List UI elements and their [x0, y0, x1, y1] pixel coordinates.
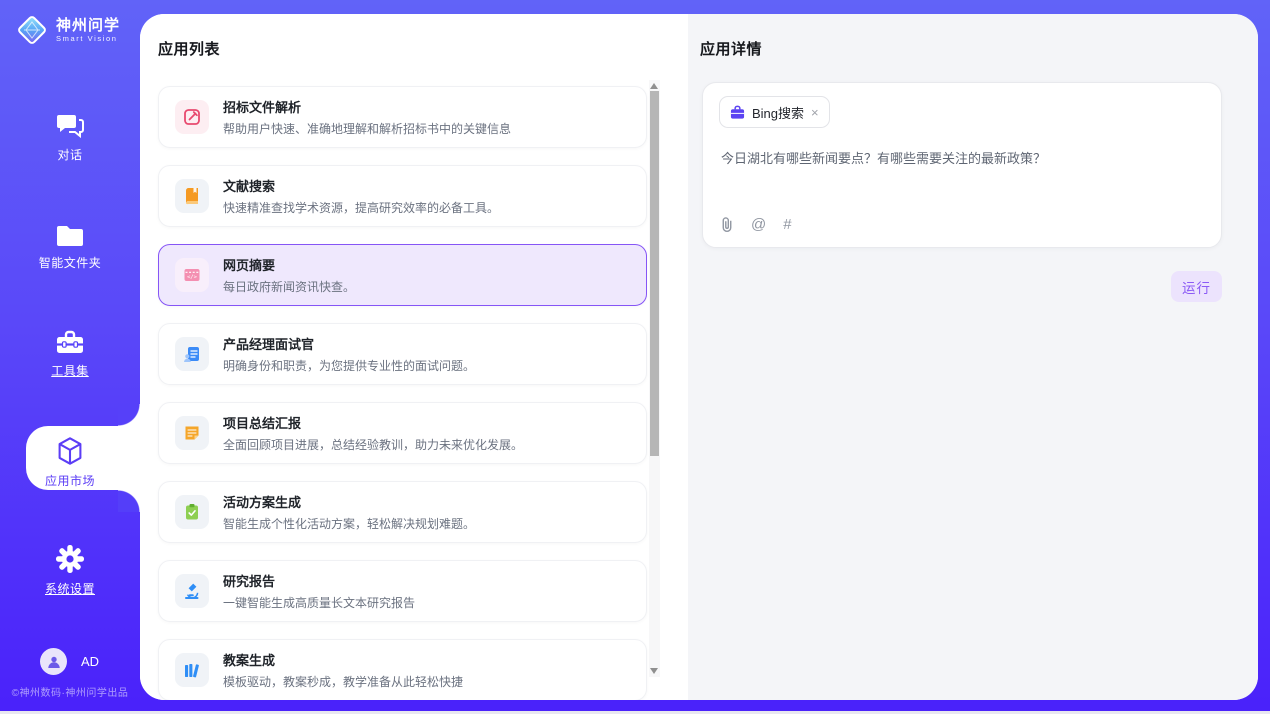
app-card-research-report[interactable]: 研究报告 一键智能生成高质量长文本研究报告 — [158, 560, 647, 622]
app-name: 招标文件解析 — [223, 97, 511, 116]
app-card-literature-search[interactable]: 文献搜索 快速精准查找学术资源，提高研究效率的必备工具。 — [158, 165, 647, 227]
app-name: 教案生成 — [223, 650, 463, 669]
sidebar-item-chat[interactable]: 对话 — [0, 112, 140, 163]
diamond-logo-icon — [16, 14, 48, 46]
tool-tag-bing-search[interactable]: Bing搜索 × — [719, 96, 830, 128]
mention-at-icon[interactable]: @ — [751, 217, 766, 232]
scrollbar-thumb[interactable] — [650, 91, 659, 456]
svg-text:</>: </> — [187, 275, 198, 281]
sidebar-item-toolset[interactable]: 工具集 — [0, 330, 140, 379]
app-name: 产品经理面试官 — [223, 334, 475, 353]
sticky-note-icon — [175, 416, 209, 450]
brand-logo: 神州问学 Smart Vision — [16, 14, 120, 46]
copyright-text: ©神州数码·神州问学出品 — [0, 684, 140, 699]
brand-subtitle: Smart Vision — [56, 34, 120, 43]
avatar — [40, 648, 67, 675]
app-card-project-summary[interactable]: 项目总结汇报 全面回顾项目进展，总结经验教训，助力未来优化发展。 — [158, 402, 647, 464]
app-list: 招标文件解析 帮助用户快速、准确地理解和解析招标书中的关键信息 文献搜索 快速精… — [158, 86, 647, 700]
app-desc: 快速精准查找学术资源，提高研究效率的必备工具。 — [223, 199, 499, 216]
app-name: 网页摘要 — [223, 255, 355, 274]
sidebar-item-label: 系统设置 — [0, 580, 140, 597]
app-desc: 全面回顾项目进展，总结经验教训，助力未来优化发展。 — [223, 436, 523, 453]
sidebar: 神州问学 Smart Vision 对话 智能文件夹 工具集 — [0, 0, 140, 714]
microscope-icon — [175, 574, 209, 608]
main-content: 应用列表 招标文件解析 帮助用户快速、准确地理解和解析招标书中的关键信息 — [140, 14, 1258, 700]
clipboard-check-icon — [175, 495, 209, 529]
notch-curve-top — [118, 404, 140, 426]
person-icon — [47, 655, 61, 669]
tool-tag-label: Bing搜索 — [752, 103, 804, 122]
app-desc: 每日政府新闻资讯快查。 — [223, 278, 355, 295]
sidebar-item-smart-folder[interactable]: 智能文件夹 — [0, 224, 140, 271]
brand-name: 神州问学 — [56, 17, 120, 34]
sidebar-item-label: 对话 — [0, 146, 140, 163]
toolbox-icon — [55, 330, 85, 356]
sidebar-item-settings[interactable]: 系统设置 — [0, 544, 140, 597]
scroll-up-icon[interactable] — [650, 83, 658, 89]
sidebar-item-label: 智能文件夹 — [0, 254, 140, 271]
paperclip-icon[interactable] — [720, 216, 734, 233]
app-card-tender-parse[interactable]: 招标文件解析 帮助用户快速、准确地理解和解析招标书中的关键信息 — [158, 86, 647, 148]
user-account[interactable]: AD — [40, 648, 99, 675]
user-name: AD — [81, 654, 99, 669]
scroll-down-icon[interactable] — [650, 668, 658, 674]
sidebar-item-app-market[interactable]: 应用市场 — [0, 436, 140, 489]
app-detail-title: 应用详情 — [700, 38, 1258, 59]
gear-icon — [55, 544, 85, 574]
app-name: 文献搜索 — [223, 176, 499, 195]
app-name: 活动方案生成 — [223, 492, 475, 511]
app-name: 项目总结汇报 — [223, 413, 523, 432]
run-button[interactable]: 运行 — [1171, 271, 1222, 302]
book-icon — [175, 179, 209, 213]
sidebar-item-label: 工具集 — [0, 362, 140, 379]
app-desc: 模板驱动，教案秒成，教学准备从此轻松快捷 — [223, 673, 463, 690]
notch-curve-bottom — [118, 490, 140, 512]
sidebar-item-label: 应用市场 — [0, 472, 140, 489]
prompt-text[interactable]: 今日湖北有哪些新闻要点？有哪些需要关注的最新政策？ — [721, 149, 1201, 168]
app-card-event-plan[interactable]: 活动方案生成 智能生成个性化活动方案，轻松解决规划难题。 — [158, 481, 647, 543]
chat-icon — [55, 112, 85, 140]
app-card-pm-interviewer[interactable]: 产品经理面试官 明确身份和职责，为您提供专业性的面试问题。 — [158, 323, 647, 385]
app-list-title: 应用列表 — [158, 38, 688, 59]
clipboard-person-icon — [175, 337, 209, 371]
app-list-panel: 应用列表 招标文件解析 帮助用户快速、准确地理解和解析招标书中的关键信息 — [140, 14, 688, 700]
app-detail-panel: 应用详情 Bing搜索 × 今日湖北有哪些新闻要点？有哪些需要关注的最新政策？ … — [688, 14, 1258, 700]
books-icon — [175, 653, 209, 687]
app-desc: 一键智能生成高质量长文本研究报告 — [223, 594, 415, 611]
app-desc: 帮助用户快速、准确地理解和解析招标书中的关键信息 — [223, 120, 511, 137]
document-edit-icon — [175, 100, 209, 134]
scrollbar-track[interactable] — [649, 80, 660, 677]
briefcase-icon — [730, 105, 745, 120]
hash-icon[interactable]: # — [783, 217, 791, 232]
app-card-web-summary[interactable]: </> 网页摘要 每日政府新闻资讯快查。 — [158, 244, 647, 306]
prompt-input-card[interactable]: Bing搜索 × 今日湖北有哪些新闻要点？有哪些需要关注的最新政策？ @ # — [702, 82, 1222, 248]
attachment-toolbar: @ # — [720, 216, 792, 233]
browser-code-icon: </> — [175, 258, 209, 292]
app-desc: 明确身份和职责，为您提供专业性的面试问题。 — [223, 357, 475, 374]
app-name: 研究报告 — [223, 571, 415, 590]
app-desc: 智能生成个性化活动方案，轻松解决规划难题。 — [223, 515, 475, 532]
cube-icon — [55, 436, 85, 466]
folder-icon — [55, 224, 85, 248]
close-icon[interactable]: × — [811, 106, 819, 119]
app-card-lesson-plan[interactable]: 教案生成 模板驱动，教案秒成，教学准备从此轻松快捷 — [158, 639, 647, 700]
